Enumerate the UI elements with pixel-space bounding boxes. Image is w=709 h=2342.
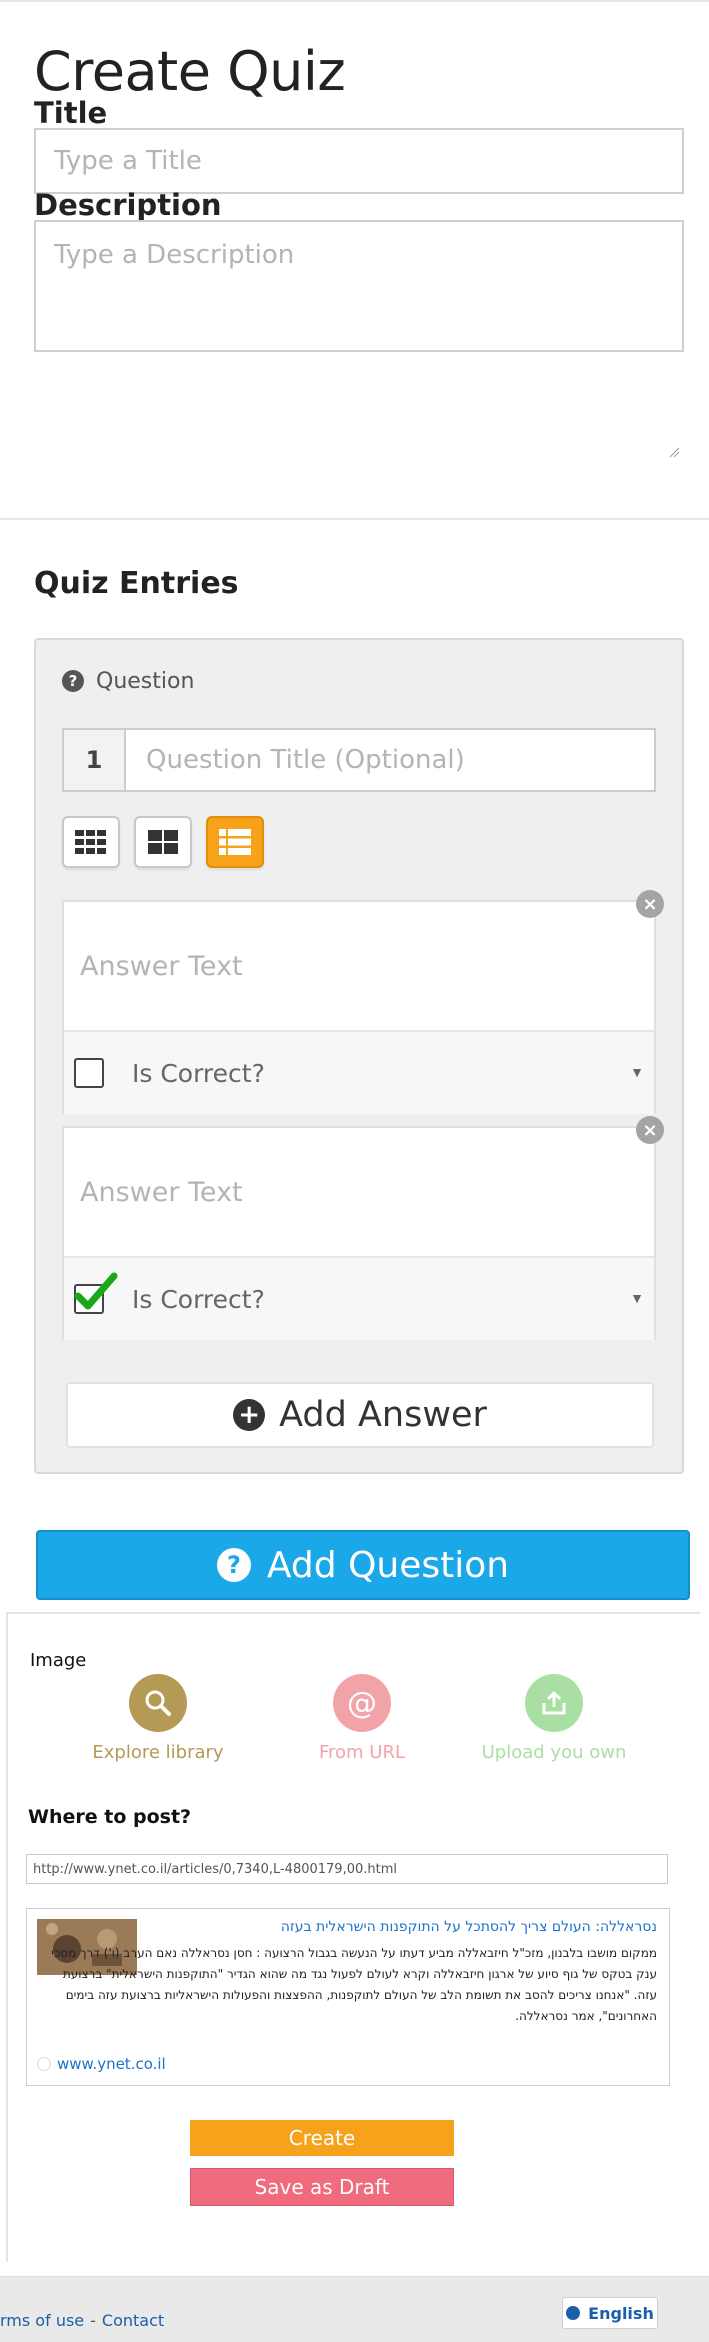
add-answer-button[interactable]: + Add Answer (66, 1382, 654, 1448)
upload-label: Upload you own (481, 1742, 627, 1763)
list-icon (219, 829, 251, 855)
upload-icon (525, 1674, 583, 1732)
save-as-draft-button[interactable]: Save as Draft (190, 2168, 454, 2206)
create-quiz-card: Create Quiz Title Description (0, 0, 709, 520)
title-input[interactable] (34, 128, 684, 194)
is-correct-select[interactable]: Is Correct? ▼ (64, 1256, 654, 1340)
explore-library-label: Explore library (92, 1742, 224, 1763)
search-icon (129, 1674, 187, 1732)
is-correct-label: Is Correct? (132, 1058, 265, 1088)
from-url-label: From URL (318, 1742, 406, 1763)
layout-grid-2x2-button[interactable] (134, 816, 192, 868)
link-preview-card[interactable]: נסראללה: העולם צריך להסתכל על התוקפנות ה… (26, 1908, 670, 2086)
answer-text-input[interactable] (64, 1128, 654, 1256)
title-label: Title (34, 96, 108, 130)
add-answer-label: Add Answer (279, 1395, 487, 1435)
from-url-option[interactable]: @ From URL (262, 1674, 462, 1763)
page-title: Create Quiz (34, 40, 346, 103)
footer: rms of use - Contact English (0, 2276, 709, 2342)
footer-links: rms of use - Contact (0, 2311, 164, 2330)
question-mark-icon: ? (216, 1548, 251, 1582)
section-divider (0, 518, 709, 520)
question-number: 1 (64, 730, 126, 790)
question-mark-icon: ? (62, 670, 84, 692)
language-button[interactable]: English (562, 2297, 658, 2329)
grid-2x2-icon (148, 830, 178, 854)
add-question-button[interactable]: ? Add Question (36, 1530, 690, 1600)
question-panel: ? Question 1 Is Correct? ▼ (34, 638, 684, 1474)
question-title-field: 1 (62, 728, 656, 792)
is-correct-checkbox[interactable] (74, 1272, 118, 1314)
preview-title[interactable]: נסראללה: העולם צריך להסתכל על התוקפנות ה… (157, 1919, 657, 1935)
is-correct-label: Is Correct? (132, 1284, 265, 1314)
post-url-input[interactable] (26, 1854, 668, 1884)
terms-of-use-link[interactable]: rms of use (0, 2311, 84, 2330)
is-correct-checkbox[interactable] (74, 1058, 104, 1088)
chevron-down-icon: ▼ (630, 1290, 644, 1306)
contact-link[interactable]: Contact (102, 2311, 164, 2330)
answer-card: Is Correct? ▼ (62, 1126, 656, 1340)
explore-library-option[interactable]: Explore library (58, 1674, 258, 1763)
globe-icon (566, 2306, 581, 2320)
create-button[interactable]: Create (190, 2120, 454, 2156)
answer-text-input[interactable] (64, 902, 654, 1030)
description-textarea[interactable] (34, 220, 684, 352)
preview-description: ממקום מושבו בלבנון, מזכ"ל חיזבאללה מביע … (51, 1946, 657, 2023)
question-label: Question (96, 668, 195, 694)
layout-grid-3x3-button[interactable] (62, 816, 120, 868)
layout-list-button[interactable] (206, 816, 264, 868)
grid-3x3-icon (75, 830, 106, 854)
quiz-entries-title: Quiz Entries (34, 566, 239, 601)
preview-domain-label: www.ynet.co.il (57, 2055, 166, 2073)
remove-answer-button[interactable]: × (636, 1116, 664, 1144)
upload-option[interactable]: Upload you own (454, 1674, 654, 1763)
language-label: English (588, 2303, 654, 2323)
plus-circle-icon: + (233, 1399, 266, 1431)
question-label-row: ? Question (62, 666, 194, 696)
remove-answer-button[interactable]: × (636, 890, 664, 918)
post-settings-section: Image Explore library @ From URL Upload … (0, 1612, 709, 2342)
footer-separator: - (90, 2311, 96, 2330)
favicon-icon (37, 2057, 51, 2071)
question-title-input[interactable] (126, 730, 654, 790)
description-label: Description (34, 188, 222, 222)
is-correct-select[interactable]: Is Correct? ▼ (64, 1030, 654, 1114)
chevron-down-icon: ▼ (630, 1064, 644, 1080)
resize-grip-icon[interactable] (668, 446, 680, 458)
where-to-post-label: Where to post? (28, 1806, 192, 1828)
at-sign-icon: @ (333, 1674, 391, 1732)
preview-domain[interactable]: www.ynet.co.il (37, 2055, 166, 2073)
answer-card: Is Correct? ▼ (62, 900, 656, 1114)
checkmark-icon (74, 1272, 118, 1310)
image-label: Image (30, 1650, 87, 1671)
add-question-label: Add Question (266, 1544, 510, 1586)
